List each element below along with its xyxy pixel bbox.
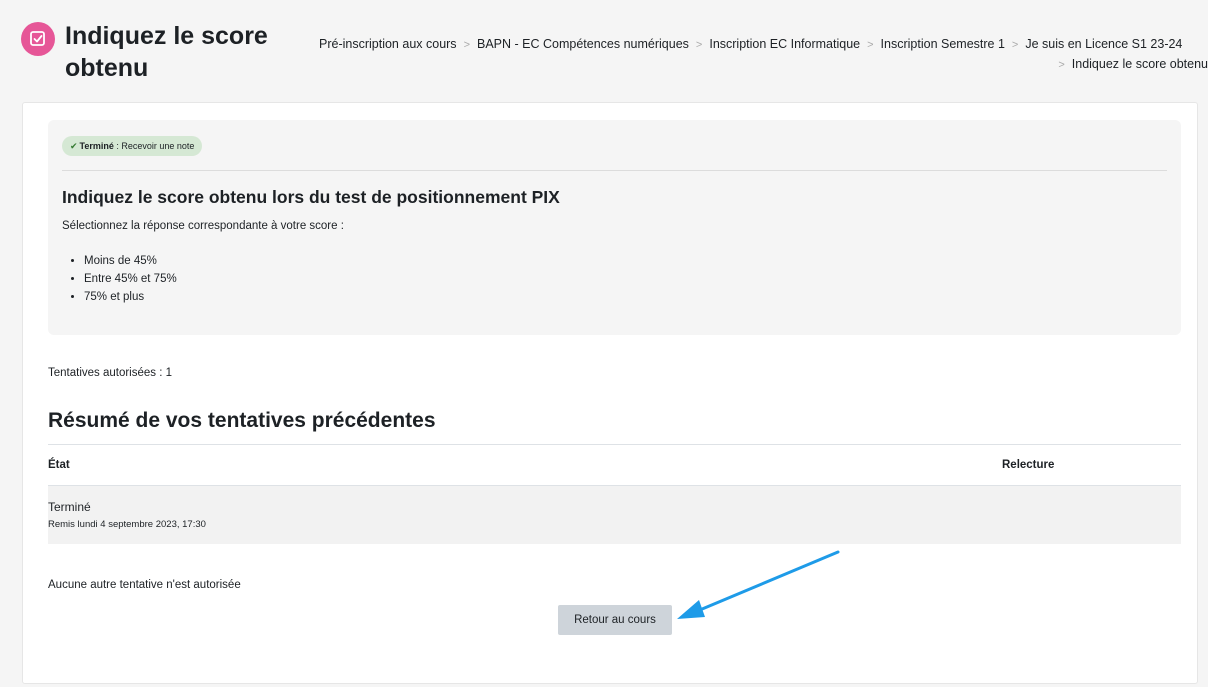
page-header: Indiquez le score obtenu Pré-inscription…: [0, 0, 1208, 100]
breadcrumb-item-preinscription[interactable]: Pré-inscription aux cours: [319, 37, 457, 51]
breadcrumb-item-licence-s1[interactable]: Je suis en Licence S1 23-24: [1025, 37, 1182, 51]
breadcrumb-item-bapn[interactable]: BAPN - EC Compétences numériques: [477, 37, 689, 51]
quiz-icon: [21, 22, 55, 56]
completion-status: Terminé: [79, 141, 114, 151]
summary-title: Résumé de vos tentatives précédentes: [48, 409, 436, 432]
breadcrumb-item-ec-informatique[interactable]: Inscription EC Informatique: [709, 37, 860, 51]
completion-badge: ✔ Terminé : Recevoir une note: [62, 136, 203, 156]
completion-detail: : Recevoir une note: [113, 141, 195, 151]
attempt-state: Terminé: [48, 500, 91, 514]
activity-info-box: ✔ Terminé : Recevoir une note Indiquez le…: [48, 120, 1181, 335]
breadcrumb-item-semestre-1[interactable]: Inscription Semestre 1: [881, 37, 1005, 51]
list-item: 75% et plus: [84, 288, 177, 306]
attempts-allowed: Tentatives autorisées : 1: [48, 367, 173, 379]
attempt-submitted: Remis lundi 4 septembre 2023, 17:30: [48, 519, 206, 530]
column-header-state: État: [48, 459, 70, 471]
table-row: Terminé Remis lundi 4 septembre 2023, 17…: [48, 486, 1181, 544]
chevron-right-icon: >: [695, 39, 703, 51]
no-more-attempts-text: Aucune autre tentative n'est autorisée: [48, 579, 241, 591]
page-title: Indiquez le score obtenu: [65, 22, 268, 82]
list-item: Entre 45% et 75%: [84, 270, 177, 288]
chevron-right-icon: >: [1058, 59, 1065, 71]
divider: [62, 170, 1167, 171]
list-item: Moins de 45%: [84, 252, 177, 270]
chevron-right-icon: >: [463, 39, 470, 51]
chevron-right-icon: >: [1011, 39, 1019, 51]
quiz-intro: Sélectionnez la réponse correspondante à…: [62, 220, 344, 232]
column-header-review: Relecture: [1002, 459, 1055, 471]
breadcrumb-item-current: Indiquez le score obtenu: [1071, 57, 1208, 71]
chevron-right-icon: >: [867, 39, 874, 51]
attempts-table: État Relecture Terminé Remis lundi 4 sep…: [48, 444, 1181, 544]
score-options-list: Moins de 45% Entre 45% et 75% 75% et plu…: [62, 252, 177, 306]
table-header: État Relecture: [48, 444, 1181, 486]
main-region: ✔ Terminé : Recevoir une note Indiquez le…: [22, 102, 1198, 684]
check-icon: ✔: [70, 141, 78, 151]
quiz-heading: Indiquez le score obtenu lors du test de…: [62, 187, 560, 207]
back-to-course-button[interactable]: Retour au cours: [558, 605, 672, 635]
